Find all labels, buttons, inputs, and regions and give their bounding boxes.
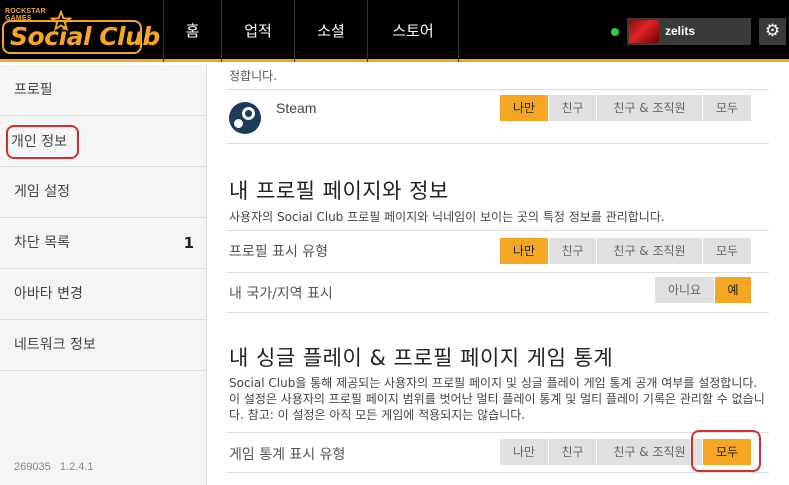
sidebar-item-game-settings[interactable]: 게임 설정: [0, 167, 206, 218]
divider: [227, 89, 769, 90]
nav-achievements[interactable]: 업적: [221, 0, 294, 62]
sidebar-item-label: 네트워크 정보: [14, 337, 96, 353]
sidebar-item-label: 아바타 변경: [14, 286, 83, 302]
divider: [227, 432, 769, 433]
sidebar-item-profile[interactable]: 프로필: [0, 65, 206, 116]
country-display-toggle: 아니요 예: [655, 277, 751, 303]
option-me-only[interactable]: 나만: [500, 95, 549, 121]
sidebar: 프로필 개인 정보 게임 설정 차단 목록 1 아바타 변경 네트워크 정보 2…: [0, 65, 207, 485]
gear-icon: ⚙: [764, 21, 781, 41]
steam-label: Steam: [276, 100, 317, 116]
sidebar-item-label: 개인 정보: [6, 125, 79, 159]
stats-section-desc: Social Club을 통해 제공되는 사용자의 프로필 페이지 및 싱글 플…: [229, 376, 765, 422]
option-yes[interactable]: 예: [715, 277, 751, 303]
profile-section-title: 내 프로필 페이지와 정보: [229, 179, 449, 203]
option-no[interactable]: 아니요: [655, 277, 715, 303]
nav-social[interactable]: 소셜: [294, 0, 367, 62]
option-everyone[interactable]: 모두: [703, 238, 751, 264]
option-me-only[interactable]: 나만: [500, 238, 549, 264]
sidebar-item-label: 프로필: [14, 82, 53, 98]
option-friends-crew[interactable]: 친구 & 조직원: [597, 439, 703, 465]
game-stats-visibility-label: 게임 통계 표시 유형: [229, 447, 346, 463]
steam-visibility-selector: 나만 친구 친구 & 조직원 모두: [500, 95, 751, 121]
divider: [227, 272, 769, 273]
build-number: 269035: [14, 461, 51, 473]
nav-home[interactable]: 홈: [163, 0, 221, 62]
option-friends[interactable]: 친구: [549, 238, 597, 264]
option-friends-crew[interactable]: 친구 & 조직원: [597, 95, 703, 121]
divider: [227, 472, 769, 473]
sidebar-item-label: 차단 목록: [14, 235, 70, 251]
main-content: 정합니다. Steam 나만 친구 친구 & 조직원 모두 내 프로필 페이지와…: [207, 65, 789, 485]
sidebar-item-network[interactable]: 네트워크 정보: [0, 320, 206, 371]
settings-button[interactable]: ⚙: [759, 18, 786, 45]
main-nav: 홈 업적 소셜 스토어: [163, 0, 459, 62]
username: zelits: [665, 24, 696, 38]
option-friends[interactable]: 친구: [549, 439, 597, 465]
divider: [227, 143, 769, 144]
sidebar-item-privacy[interactable]: 개인 정보: [0, 116, 206, 167]
top-bar: ROCKSTAR GAMES Social Club 홈 업적 소셜 스토어 z…: [0, 0, 789, 62]
divider: [227, 230, 769, 231]
divider: [227, 312, 769, 313]
highlight-ring: [691, 430, 761, 472]
user-menu[interactable]: zelits: [627, 18, 751, 45]
online-status-dot: [611, 28, 619, 36]
option-me-only[interactable]: 나만: [500, 439, 549, 465]
social-club-wordmark: Social Club: [2, 20, 160, 54]
profile-visibility-label: 프로필 표시 유형: [229, 244, 329, 260]
version-text: 269035 1.2.4.1: [14, 461, 94, 473]
nav-store[interactable]: 스토어: [367, 0, 459, 62]
option-friends[interactable]: 친구: [549, 95, 597, 121]
profile-visibility-selector: 나만 친구 친구 & 조직원 모두: [500, 238, 751, 264]
steam-icon: [229, 102, 261, 134]
option-friends-crew[interactable]: 친구 & 조직원: [597, 238, 703, 264]
avatar: [629, 20, 659, 43]
version-number: 1.2.4.1: [59, 461, 94, 473]
stats-section-title: 내 싱글 플레이 & 프로필 페이지 게임 통계: [229, 346, 614, 370]
sidebar-item-avatar[interactable]: 아바타 변경: [0, 269, 206, 320]
block-count-badge: 1: [183, 234, 194, 252]
option-everyone[interactable]: 모두: [703, 95, 751, 121]
country-display-label: 내 국가/지역 표시: [229, 286, 333, 302]
profile-section-desc: 사용자의 Social Club 프로필 페이지와 닉네임이 보이는 곳의 특정…: [229, 210, 665, 224]
social-club-logo[interactable]: ROCKSTAR GAMES Social Club: [2, 6, 160, 56]
sidebar-item-label: 게임 설정: [14, 184, 70, 200]
sidebar-item-block-list[interactable]: 차단 목록 1: [0, 218, 206, 269]
clipped-description: 정합니다.: [229, 69, 277, 83]
